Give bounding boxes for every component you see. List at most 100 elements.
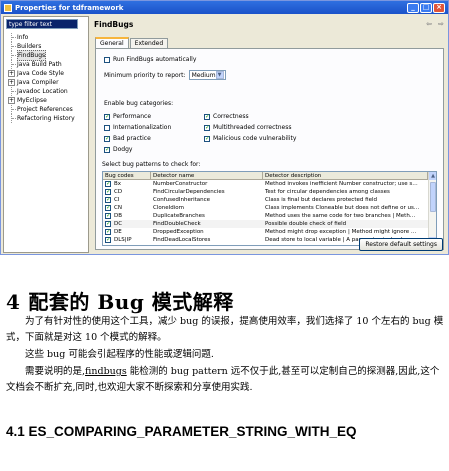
row-checkbox[interactable] [105, 188, 111, 196]
table-row[interactable]: DB DuplicateBranches Method uses the same … [103, 212, 436, 220]
sidebar-item-javadoc-location[interactable]: Javadoc Location [6, 87, 90, 96]
category-correctness[interactable]: Correctness [204, 113, 304, 120]
title-bar: Properties for tdframework _ □ × [1, 1, 448, 14]
detector-name-cell: ConfusedInheritance [153, 197, 211, 203]
bug-code: DE [114, 229, 122, 235]
property-tree: Info Builders FindBugs Java Build Path +… [6, 33, 90, 123]
checkbox[interactable] [104, 113, 110, 120]
bug-code-cell: Bx [103, 180, 151, 188]
detector-description-cell: Possible double check of field [265, 221, 347, 227]
row-checkbox[interactable] [105, 220, 111, 228]
detector-description-cell: Class is final but declares protected fi… [265, 197, 377, 203]
forward-arrow-icon[interactable]: ⇨ [435, 20, 447, 28]
maximize-button[interactable]: □ [420, 2, 432, 13]
detector-name-cell: FindCircularDependencies [153, 189, 225, 195]
row-checkbox[interactable] [105, 196, 111, 204]
sidebar-item-refactoring-history[interactable]: Refactoring History [6, 114, 90, 123]
row-checkbox[interactable] [105, 204, 111, 212]
checkbox[interactable] [204, 113, 210, 120]
scroll-thumb[interactable] [430, 182, 436, 212]
run-auto-label: Run FindBugs automatically [113, 56, 197, 63]
table-row[interactable]: Bx NumberConstructor Method invokes ineffi… [103, 180, 436, 188]
run-auto-row[interactable]: Run FindBugs automatically [104, 56, 196, 63]
general-tab-panel: Run FindBugs automatically Minimum prior… [95, 48, 444, 250]
page-header: FindBugs ⇦ ⇨ [91, 16, 447, 32]
detector-name-cell: FindDoubleCheck [153, 221, 201, 227]
paragraph-1: 为了有针对性的使用这个工具，减少 bug 的误报，提高使用效率，我们选择了 10… [6, 316, 444, 343]
priority-select[interactable]: Medium ▼ [188, 70, 226, 80]
row-checkbox[interactable] [105, 212, 111, 220]
close-button[interactable]: × [433, 2, 445, 13]
checkbox[interactable] [104, 146, 110, 153]
subsection-heading: 4.1 ES_COMPARING_PARAMETER_STRING_WITH_E… [6, 424, 357, 439]
table-row[interactable]: CD FindCircularDependencies Test for circu… [103, 188, 436, 196]
window-title: Properties for tdframework [15, 3, 124, 12]
category-bad-practice[interactable]: Bad practice [104, 135, 204, 142]
bug-code: CI [114, 197, 120, 203]
category-dodgy[interactable]: Dodgy [104, 146, 204, 153]
tab-general[interactable]: General [95, 37, 129, 48]
expand-icon[interactable]: + [8, 97, 15, 104]
row-checkbox[interactable] [105, 180, 111, 188]
row-checkbox[interactable] [105, 228, 111, 236]
sidebar-item-java-build-path[interactable]: Java Build Path [6, 60, 90, 69]
table-row[interactable]: DE DroppedException Method might drop exce… [103, 228, 436, 236]
column-header-detector-description[interactable]: Detector description [263, 172, 428, 179]
sidebar: Info Builders FindBugs Java Build Path +… [3, 16, 89, 253]
scroll-up-icon[interactable]: ▲ [429, 172, 436, 180]
sidebar-item-project-references[interactable]: Project References [6, 105, 90, 114]
sidebar-item-info[interactable]: Info [6, 33, 90, 42]
chevron-down-icon[interactable]: ▼ [215, 71, 224, 79]
category-malicious-code[interactable]: Malicious code vulnerability [204, 135, 304, 142]
sidebar-item-myeclipse[interactable]: + MyEclipse [6, 96, 90, 105]
sidebar-item-label: Java Code Style [17, 70, 64, 77]
row-checkbox[interactable] [105, 236, 111, 244]
checkbox[interactable] [104, 124, 110, 131]
categories-label: Enable bug categories: [104, 100, 174, 107]
category-label: Malicious code vulnerability [213, 135, 297, 142]
sidebar-item-java-compiler[interactable]: + Java Compiler [6, 78, 90, 87]
back-arrow-icon[interactable]: ⇦ [423, 20, 435, 28]
category-checkboxes: Performance Correctness Internationaliza… [104, 111, 344, 155]
category-performance[interactable]: Performance [104, 113, 204, 120]
detector-name-cell: FindDeadLocalStores [153, 237, 211, 243]
paragraph-3-prefix: 需要说明的是, [25, 366, 86, 377]
patterns-heading: Select bug patterns to check for: [102, 161, 200, 168]
sidebar-item-findbugs[interactable]: FindBugs [6, 50, 90, 61]
filter-input[interactable] [6, 19, 78, 29]
category-internationalization[interactable]: Internationalization [104, 124, 204, 131]
table-row[interactable]: DC FindDoubleCheck Possible double check o… [103, 220, 436, 228]
detector-description-cell: Method might drop exception | Method mig… [265, 229, 417, 235]
category-multithreaded[interactable]: Multithreaded correctness [204, 124, 304, 131]
bug-code-cell: CN [103, 204, 151, 212]
bug-code: DB [114, 213, 123, 219]
column-header-bug-codes[interactable]: Bug codes [103, 172, 151, 179]
minimize-button[interactable]: _ [407, 2, 419, 13]
findbugs-link[interactable]: findbugs [85, 366, 127, 377]
section-title: 配套的 Bug 模式解释 [28, 290, 234, 314]
expand-icon[interactable]: + [8, 70, 15, 77]
detector-name-cell: DroppedException [153, 229, 204, 235]
checkbox[interactable] [204, 135, 210, 142]
checkbox[interactable] [204, 124, 210, 131]
patterns-label: Select bug patterns to check for: [102, 161, 201, 168]
table-header: Bug codes Detector name Detector descrip… [103, 172, 436, 180]
section-number: 4 [6, 290, 21, 314]
run-auto-checkbox[interactable] [104, 56, 110, 63]
bug-pattern-table: Bug codes Detector name Detector descrip… [102, 171, 437, 246]
restore-defaults-button[interactable]: Restore default settings [359, 238, 443, 251]
paragraph-3: 需要说明的是,findbugs 能检测的 bug pattern 远不仅于此,甚… [6, 364, 444, 396]
sidebar-item-java-code-style[interactable]: + Java Code Style [6, 69, 90, 78]
table-scrollbar[interactable]: ▲ ▼ [428, 172, 436, 245]
page-title: FindBugs [94, 19, 134, 29]
detector-description-cell: Method uses the same code for two branch… [265, 213, 416, 219]
detector-name-cell: DuplicateBranches [153, 213, 205, 219]
tab-extended[interactable]: Extended [129, 38, 169, 48]
table-row[interactable]: CN CloneIdiom Class implements Cloneable b… [103, 204, 436, 212]
table-row[interactable]: CI ConfusedInheritance Class is final but … [103, 196, 436, 204]
expand-icon[interactable]: + [8, 79, 15, 86]
detector-name-cell: CloneIdiom [153, 205, 184, 211]
bug-code-cell: DLS|IP [103, 236, 151, 244]
column-header-detector-name[interactable]: Detector name [151, 172, 263, 179]
checkbox[interactable] [104, 135, 110, 142]
